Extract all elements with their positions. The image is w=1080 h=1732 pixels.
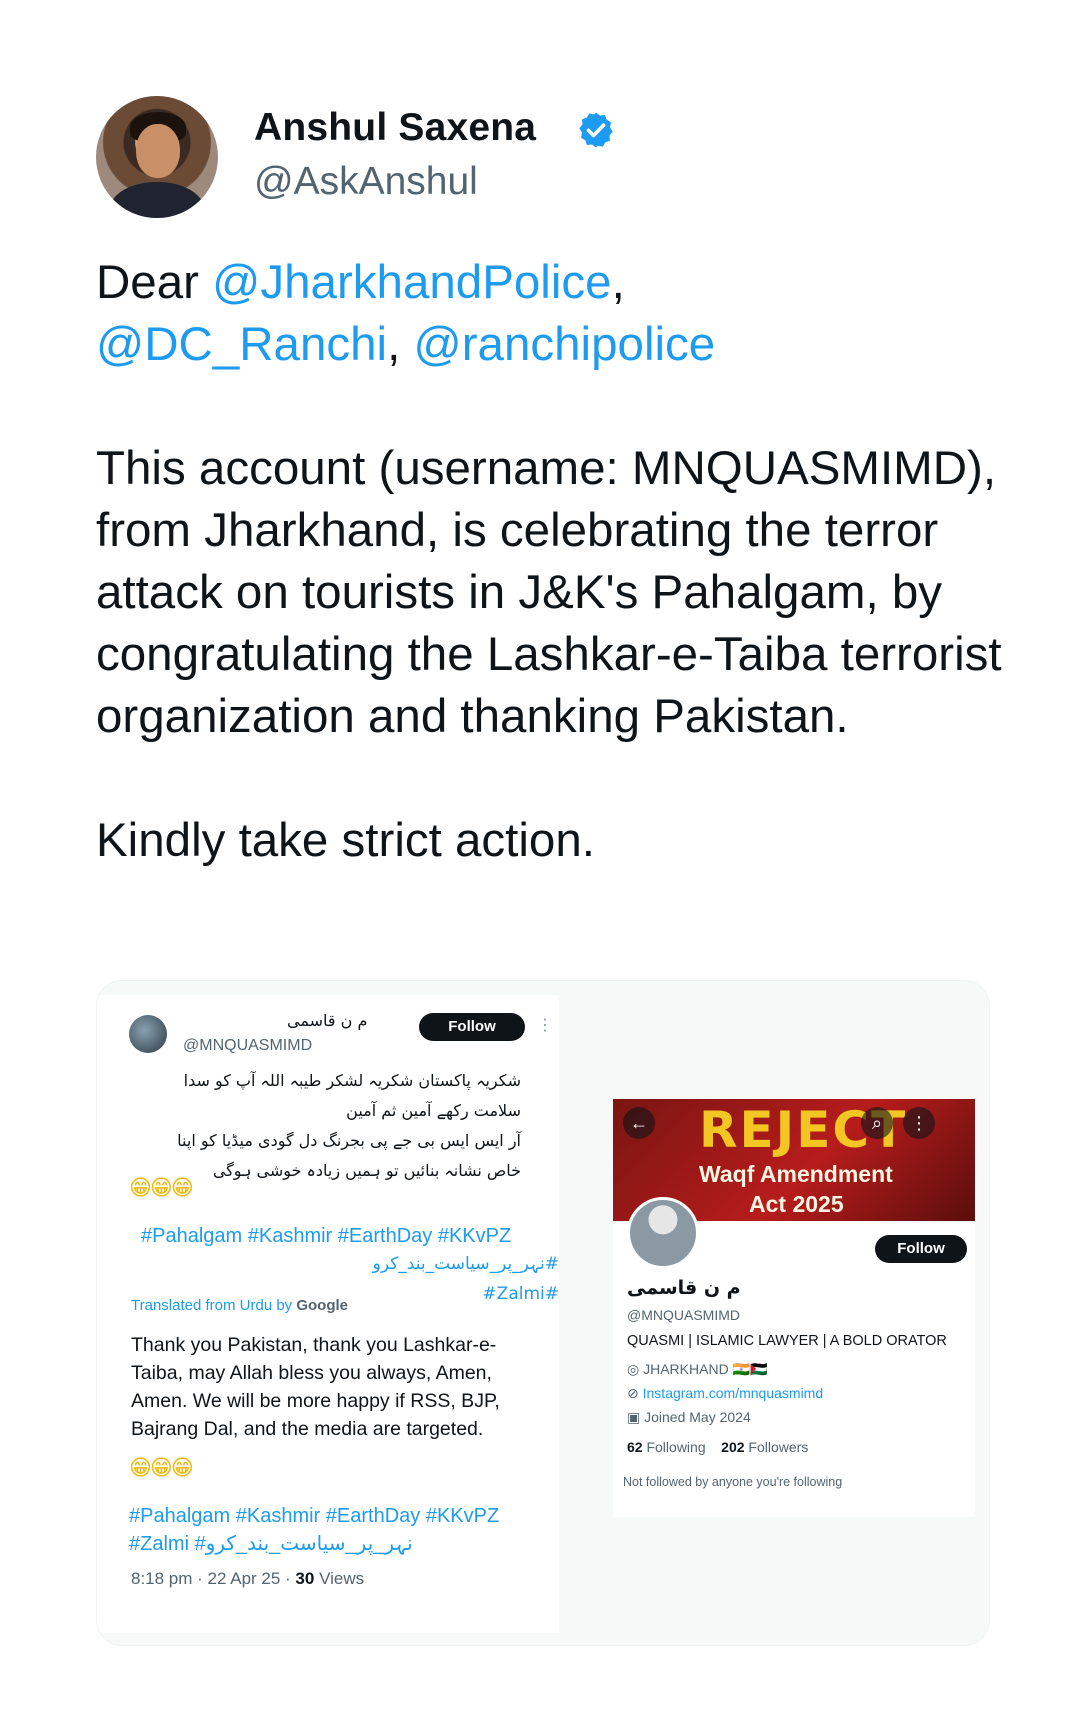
joined-text: Joined May 2024: [644, 1409, 751, 1425]
link-text: Instagram.com/mnquasmimd: [642, 1385, 824, 1401]
post-hashtags-en-2: #Zalmi #نہر_پر_سیاست_بند_کرو: [129, 1533, 413, 1555]
tweet-body: Dear @JharkhandPolice, @DC_Ranchi, @ranch…: [96, 252, 1016, 872]
tweet-paragraph: This account (username: MNQUASMIMD), fro…: [96, 442, 1002, 743]
translated-label: Translated from Urdu by Google: [131, 1297, 348, 1314]
post-author-handle: @MNQUASMIMD: [183, 1037, 313, 1054]
verified-badge-icon: [579, 112, 613, 148]
post-timestamp: 8:18 pm · 22 Apr 25 · 30 Views: [131, 1569, 364, 1589]
mention-ranchipolice[interactable]: @ranchipolice: [414, 318, 716, 371]
profile-followed-note: Not followed by anyone you're following: [623, 1475, 843, 1489]
search-icon: ⌕: [861, 1107, 893, 1139]
location-pin-icon: ◎: [627, 1361, 640, 1377]
grin-emoji-icon: 😁😁😁: [129, 1175, 194, 1200]
author-name[interactable]: Anshul Saxena: [254, 106, 536, 150]
profile-location: ◎ JHARKHAND 🇮🇳🇵🇸: [627, 1361, 767, 1378]
post-views-count: 30: [295, 1569, 315, 1588]
profile-handle: @MNQUASMIMD: [627, 1307, 740, 1323]
post-hashtags-en-1: #Pahalgam #Kashmir #EarthDay #KKvPZ: [129, 1505, 500, 1527]
post-hashtags-urdu-1: #Pahalgam #Kashmir #EarthDay #KKvPZ: [141, 1225, 512, 1247]
profile-avatar: [627, 1197, 699, 1269]
banner-subtitle: Act 2025: [749, 1191, 844, 1217]
profile-stats: 62 Following 202 Followers: [627, 1439, 808, 1455]
post-translation: Thank you Pakistan, thank you Lashkar-e-…: [131, 1334, 500, 1440]
mention-dc-ranchi[interactable]: @DC_Ranchi: [96, 318, 387, 371]
followers-count: 202: [721, 1439, 745, 1455]
profile-follow-button: Follow: [875, 1235, 967, 1263]
following-label: Following: [642, 1439, 706, 1455]
post-urdu-line: آر ایس ایس بی جے پی بجرنگ دل گودی میڈیا …: [177, 1131, 521, 1150]
more-icon: ⋮: [903, 1107, 935, 1139]
grin-emoji-icon: 😁😁😁: [129, 1455, 194, 1480]
post-urdu-line: شکریہ پاکستان شکریہ لشکر طیبہ اللہ آپ کو…: [183, 1071, 521, 1090]
followers-label: Followers: [744, 1439, 809, 1455]
profile-joined: ▣ Joined May 2024: [627, 1409, 751, 1426]
screenshot-post: م ن قاسمی @MNQUASMIMD Follow ⋮ شکریہ پاک…: [97, 995, 559, 1633]
post-time: 8:18 pm · 22 Apr 25 ·: [131, 1569, 296, 1588]
tweet-closing: Kindly take strict action.: [96, 814, 595, 867]
author-avatar[interactable]: [96, 96, 218, 218]
location-text: JHARKHAND 🇮🇳🇵🇸: [643, 1361, 768, 1377]
tweet-sep: ,: [611, 256, 625, 309]
author-handle[interactable]: @AskAnshul: [254, 160, 478, 204]
post-author-name: م ن قاسمی: [287, 1011, 368, 1030]
post-follow-button: Follow: [419, 1013, 525, 1041]
mention-jharkhandpolice[interactable]: @JharkhandPolice: [212, 256, 611, 309]
tweet-dear: Dear: [96, 256, 213, 309]
profile-bio: QUASMI | ISLAMIC LAWYER | A BOLD ORATOR: [627, 1333, 947, 1349]
post-views-label: Views: [314, 1569, 365, 1588]
profile-link: ⊘ Instagram.com/mnquasmimd: [627, 1385, 823, 1402]
google-logo: Google: [296, 1297, 349, 1314]
post-urdu-line: سلامت رکھے آمین ثم آمین: [346, 1101, 521, 1120]
avatar-face: [136, 124, 180, 178]
calendar-icon: ▣: [627, 1409, 641, 1425]
avatar-shoulders: [110, 182, 204, 218]
tweet-sep: ,: [387, 318, 414, 371]
banner-subtitle: Waqf Amendment: [699, 1161, 893, 1187]
profile-name: م ن قاسمی: [627, 1277, 741, 1299]
translated-text: Translated from Urdu by: [131, 1297, 293, 1314]
screenshot-profile: REJECT Waqf Amendment Act 2025 ← ⌕ ⋮ Fol…: [613, 1099, 975, 1517]
tweet-greeting: Dear @JharkhandPolice, @DC_Ranchi, @ranch…: [96, 252, 1016, 376]
back-arrow-icon: ←: [623, 1107, 655, 1139]
following-count: 62: [627, 1439, 643, 1455]
more-icon: ⋮: [537, 1017, 553, 1034]
tweet-media[interactable]: م ن قاسمی @MNQUASMIMD Follow ⋮ شکریہ پاک…: [96, 980, 990, 1646]
link-icon: ⊘: [627, 1385, 639, 1401]
post-avatar: [129, 1015, 167, 1053]
